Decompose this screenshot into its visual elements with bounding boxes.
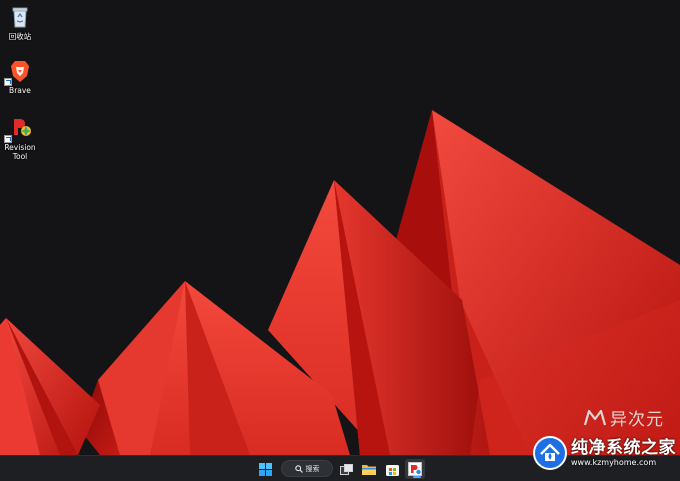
microsoft-store-icon: [385, 464, 399, 476]
house-logo-icon: [533, 436, 567, 470]
desktop-icon-revision-tool[interactable]: Revision Tool: [0, 115, 40, 161]
windows-start-icon: [258, 462, 272, 476]
watermark-text: 异次元: [610, 410, 664, 430]
search-icon: [294, 464, 303, 473]
shortcut-arrow-icon: [4, 135, 12, 143]
wallpaper: [0, 0, 680, 455]
desktop-icon-brave[interactable]: Brave: [0, 58, 40, 95]
brand-url: www.kzmyhome.com: [571, 457, 657, 467]
site-brand-watermark: 纯净系统之家 www.kzmyhome.com: [533, 436, 676, 470]
active-app-indicator: [413, 476, 421, 478]
desktop-icon-label: 回收站: [8, 32, 32, 41]
taskbar-search-box[interactable]: 搜索: [281, 460, 333, 477]
start-button[interactable]: [255, 459, 275, 479]
desktop-icon-label: Revision Tool: [4, 143, 36, 161]
desktop-icon-recycle-bin[interactable]: 回收站: [0, 4, 40, 41]
shortcut-arrow-icon: [4, 78, 12, 86]
watermark-logo-icon: [584, 409, 606, 425]
task-view-icon: [339, 463, 353, 475]
search-label: 搜索: [305, 464, 320, 473]
brave-lion-icon: [4, 58, 33, 86]
recycle-bin-icon: [7, 4, 33, 30]
revision-tool-icon: [4, 115, 33, 143]
desktop-icon-label: Brave: [9, 86, 31, 95]
watermark: 异次元: [584, 405, 664, 430]
revision-tool-icon: [408, 462, 422, 476]
microsoft-store-button[interactable]: [382, 459, 402, 479]
brand-name: 纯净系统之家: [571, 437, 676, 458]
file-explorer-icon: [362, 465, 376, 475]
task-view-button[interactable]: [336, 459, 356, 479]
desktop: 回收站 Brave Revision Tool 异次元: [0, 0, 680, 455]
file-explorer-button[interactable]: [359, 459, 379, 479]
